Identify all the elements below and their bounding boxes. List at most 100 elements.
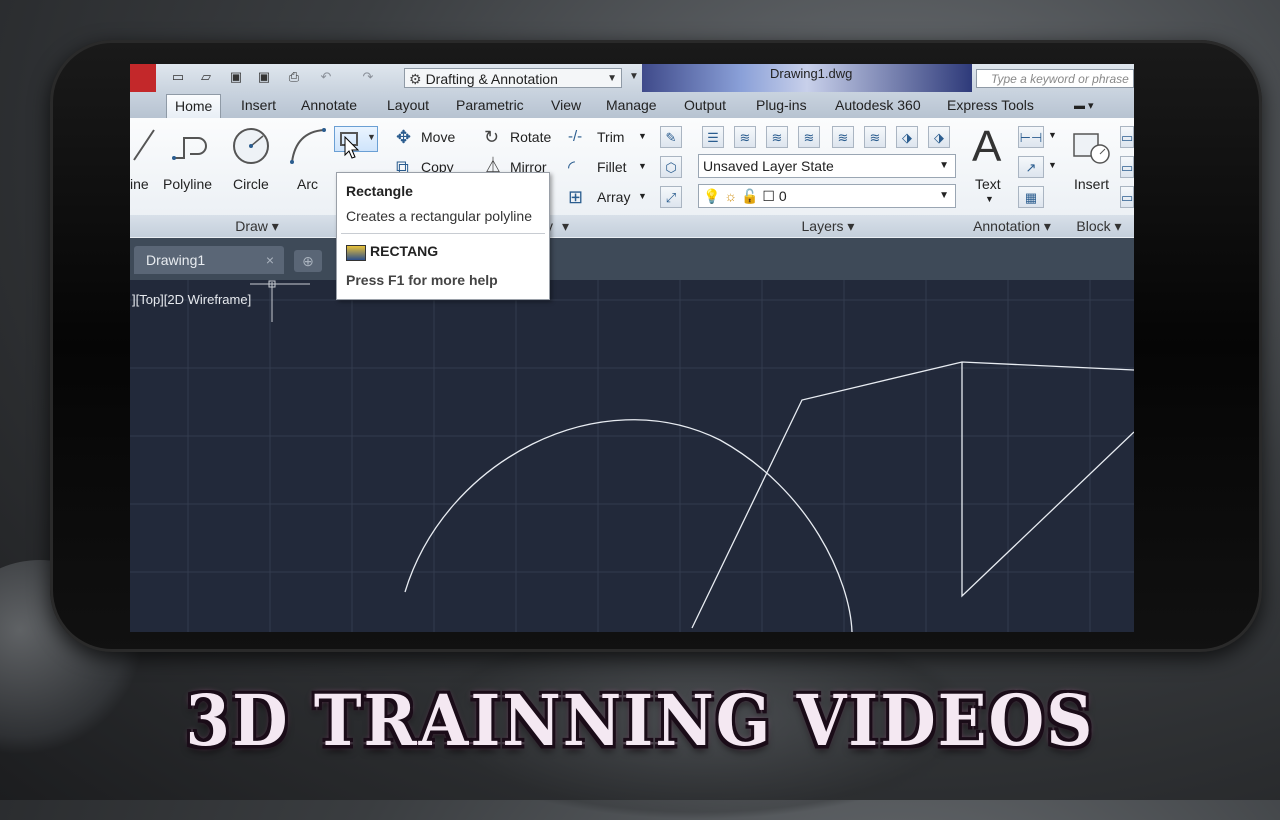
search-input[interactable]: Type a keyword or phrase: [976, 69, 1134, 88]
layer-properties-icon[interactable]: ☰: [702, 126, 724, 148]
polyline-icon[interactable]: [170, 128, 210, 164]
trim-dropdown-icon[interactable]: ▼: [638, 131, 647, 141]
arc-label[interactable]: Arc: [297, 176, 318, 192]
tab-manage[interactable]: Manage: [606, 97, 657, 113]
layer-state-select[interactable]: Unsaved Layer State ▼: [698, 154, 956, 178]
close-icon[interactable]: ×: [266, 246, 274, 274]
customize-toolbar-icon[interactable]: ▼: [626, 70, 642, 84]
save-as-icon[interactable]: ▣: [256, 70, 272, 84]
workspace-label: Drafting & Annotation: [425, 71, 558, 87]
tab-express-tools[interactable]: Express Tools: [947, 97, 1034, 113]
block-panel-footer[interactable]: Block ▾: [1064, 215, 1134, 237]
grid: [130, 280, 1134, 632]
layers-panel-footer[interactable]: Layers ▾: [696, 215, 961, 237]
move-icon: ✥: [396, 127, 412, 147]
tooltip-divider: [341, 233, 545, 234]
move-button[interactable]: Move: [421, 129, 455, 145]
layer-tool-icon-2[interactable]: ≋: [766, 126, 788, 148]
insert-button[interactable]: Insert: [1074, 176, 1109, 192]
table-icon[interactable]: ▦: [1018, 186, 1044, 208]
layer-state-value: Unsaved Layer State: [703, 158, 834, 174]
layer-select[interactable]: 💡 ☼ 🔓 ☐ 0 ▼: [698, 184, 956, 208]
text-icon[interactable]: A: [972, 122, 1001, 172]
autocad-screen: ▭ ▱ ▣ ▣ ⎙ ↶ ↷ ⚙ Drafting & Annotation ▼ ▼…: [130, 64, 1134, 632]
block-tool-icon-3[interactable]: ▭: [1120, 186, 1134, 208]
ribbon-minimize-icon[interactable]: ▬ ▾: [1074, 99, 1094, 112]
annotation-panel-footer[interactable]: Annotation ▾: [960, 215, 1065, 237]
document-title: Drawing1.dwg: [770, 66, 853, 81]
tab-output[interactable]: Output: [684, 97, 726, 113]
tab-layout[interactable]: Layout: [387, 97, 429, 113]
tab-autodesk-360[interactable]: Autodesk 360: [835, 97, 921, 113]
viewport-controls-label[interactable]: ][Top][2D Wireframe]: [132, 292, 251, 307]
save-icon[interactable]: ▣: [228, 70, 244, 84]
draw-panel-label: Draw: [235, 218, 268, 234]
mouse-cursor-icon: [344, 136, 360, 159]
quick-access-toolbar: ▭ ▱ ▣ ▣ ⎙ ↶ ↷ ⚙ Drafting & Annotation ▼ ▼…: [130, 64, 1134, 92]
polyline-label[interactable]: Polyline: [163, 176, 212, 192]
line-label[interactable]: ine: [130, 176, 149, 192]
gear-icon: ⚙: [409, 71, 422, 87]
redo-icon[interactable]: ↷: [360, 70, 376, 84]
fillet-button[interactable]: Fillet: [597, 159, 627, 175]
block-tool-icon-1[interactable]: ▭: [1120, 126, 1134, 148]
layer-tool-icon-6[interactable]: ⬗: [896, 126, 918, 148]
rotate-button[interactable]: Rotate: [510, 129, 551, 145]
chevron-down-icon: ▼: [607, 73, 617, 84]
tab-view[interactable]: View: [551, 97, 581, 113]
insert-block-icon[interactable]: [1072, 128, 1112, 166]
tab-home[interactable]: Home: [166, 94, 222, 118]
stretch-icon[interactable]: ⤢: [660, 186, 682, 208]
tab-annotate[interactable]: Annotate: [301, 97, 357, 113]
print-icon[interactable]: ⎙: [286, 70, 302, 84]
open-folder-icon[interactable]: ▱: [198, 70, 214, 84]
layers-panel-label: Layers: [801, 218, 844, 234]
layer-tool-icon-3[interactable]: ≋: [798, 126, 820, 148]
canvas-geometry: [130, 280, 1134, 632]
circle-label[interactable]: Circle: [233, 176, 269, 192]
layer-tool-icon-4[interactable]: ≋: [832, 126, 854, 148]
drawing-canvas[interactable]: ][Top][2D Wireframe]: [130, 280, 1134, 632]
array-dropdown-icon[interactable]: ▼: [638, 191, 647, 201]
ribbon-tabs: Home Insert Annotate Layout Parametric V…: [130, 92, 1134, 118]
circle-icon[interactable]: [231, 126, 271, 166]
layer-tool-icon-1[interactable]: ≋: [734, 126, 756, 148]
arc-icon[interactable]: [288, 126, 328, 166]
array-button[interactable]: Array: [597, 189, 630, 205]
tab-parametric[interactable]: Parametric: [456, 97, 524, 113]
text-button[interactable]: Text: [975, 176, 1001, 192]
leader-icon[interactable]: ↗: [1018, 156, 1044, 178]
color-swatch-icon: ☐: [762, 188, 775, 204]
tooltip-help: Press F1 for more help: [346, 272, 498, 288]
workspace-select[interactable]: ⚙ Drafting & Annotation ▼: [404, 68, 622, 88]
chevron-down-icon: ▼: [367, 132, 376, 142]
new-file-icon[interactable]: ▭: [170, 70, 186, 84]
line-icon[interactable]: [132, 126, 158, 164]
tooltip-title: Rectangle: [346, 183, 413, 199]
application-menu-button[interactable]: [130, 64, 156, 92]
block-tool-icon-2[interactable]: ▭: [1120, 156, 1134, 178]
match-properties-icon[interactable]: ✎: [660, 126, 682, 148]
dimension-dropdown-icon[interactable]: ▼: [1048, 130, 1057, 140]
fillet-dropdown-icon[interactable]: ▼: [638, 161, 647, 171]
plus-icon: ⊕: [302, 253, 314, 269]
trim-button[interactable]: Trim: [597, 129, 624, 145]
tab-insert[interactable]: Insert: [241, 97, 276, 113]
chevron-down-icon: ▼: [939, 190, 949, 201]
tooltip-command: RECTANG: [370, 243, 439, 259]
array-icon: ⊞: [568, 187, 584, 207]
layer-tool-icon-7[interactable]: ⬗: [928, 126, 950, 148]
tab-plug-ins[interactable]: Plug-ins: [756, 97, 807, 113]
banner-title: 3D TRAINNING VIDEOS: [185, 680, 1095, 763]
undo-icon[interactable]: ↶: [318, 70, 334, 84]
text-dropdown-icon[interactable]: ▼: [985, 194, 994, 204]
rotate-icon: ↻: [484, 127, 500, 147]
rectangle-tooltip: Rectangle Creates a rectangular polyline…: [336, 172, 550, 300]
file-tab-drawing1[interactable]: Drawing1 ×: [134, 246, 284, 274]
leader-dropdown-icon[interactable]: ▼: [1048, 160, 1057, 170]
dimension-icon[interactable]: ⊢⊣: [1018, 126, 1044, 148]
explode-icon[interactable]: ⬡: [660, 156, 682, 178]
layer-tool-icon-5[interactable]: ≋: [864, 126, 886, 148]
arc-geometry: [404, 419, 853, 632]
new-tab-button[interactable]: ⊕: [294, 250, 322, 272]
